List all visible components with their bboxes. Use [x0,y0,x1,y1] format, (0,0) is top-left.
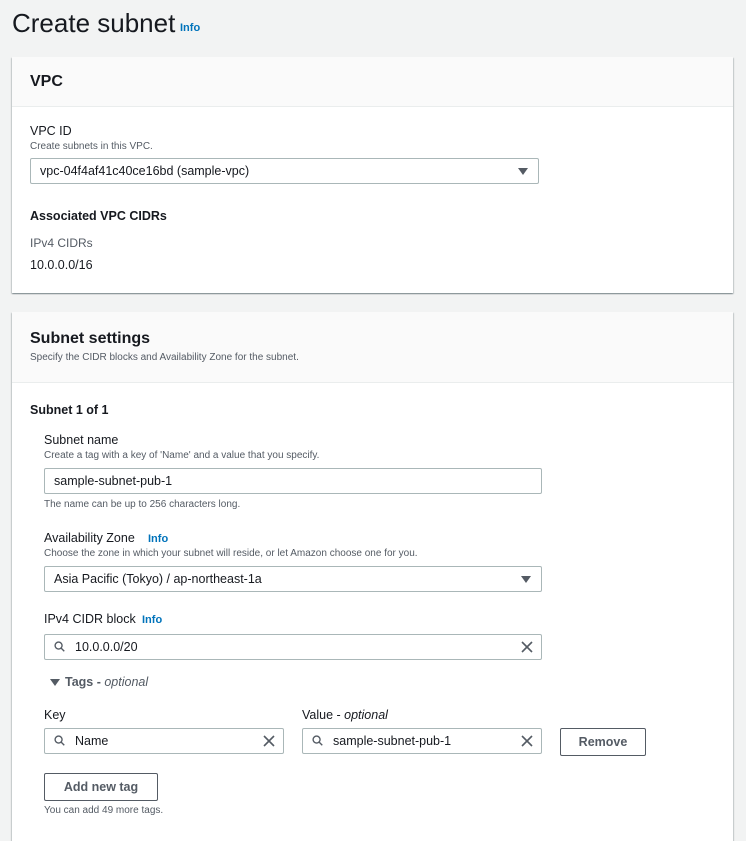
subnet-counter: Subnet 1 of 1 [30,403,109,417]
az-label: Availability Zone [44,531,135,545]
vpc-heading: VPC [30,73,63,90]
clear-icon[interactable] [521,641,533,653]
subnet-panel-header: Subnet settings Specify the CIDR blocks … [12,312,733,383]
cidr-block-input[interactable]: 10.0.0.0/20 [44,634,542,660]
tags-label: Tags - optional [65,675,149,689]
subnet-settings-description: Specify the CIDR blocks and Availability… [30,352,299,363]
tag-value-optional: optional [344,708,388,722]
cidr-info-link[interactable]: Info [142,614,162,626]
ipv4-cidrs-label: IPv4 CIDRs [30,236,93,250]
vpc-id-select[interactable]: vpc-04f4af41c40ce16bd (sample-vpc) [30,158,539,184]
az-select[interactable]: Asia Pacific (Tokyo) / ap-northeast-1a [44,566,542,592]
caret-down-icon [518,168,528,175]
add-new-tag-button[interactable]: Add new tag [44,773,158,801]
search-icon [54,641,65,652]
title-info-link[interactable]: Info [180,22,200,34]
az-description: Choose the zone in which your subnet wil… [44,548,418,559]
subnet-settings-heading: Subnet settings [30,330,151,347]
vpc-panel-header: VPC [12,57,733,107]
clear-icon[interactable] [521,735,533,747]
az-value: Asia Pacific (Tokyo) / ap-northeast-1a [54,572,262,586]
tags-hint: You can add 49 more tags. [44,805,164,816]
clear-icon[interactable] [263,735,275,747]
caret-down-icon [50,679,60,686]
vpc-id-label: VPC ID [30,124,72,138]
vpc-id-description: Create subnets in this VPC. [30,141,153,152]
tags-optional: optional [104,675,149,689]
caret-down-icon [521,576,531,583]
subnet-name-label: Subnet name [44,433,119,447]
subnet-name-hint: The name can be up to 256 characters lon… [44,499,241,510]
tag-value-value: sample-subnet-pub-1 [333,734,452,748]
tag-key-label: Key [44,708,66,722]
subnet-name-input[interactable]: sample-subnet-pub-1 [44,468,542,494]
tag-value-label: Value - optional [302,708,388,722]
tag-key-value: Name [75,734,109,748]
subnet-name-description: Create a tag with a key of 'Name' and a … [44,450,320,461]
page-title: Create subnet [12,8,176,38]
ipv4-cidrs-value: 10.0.0.0/16 [30,258,93,272]
associated-cidrs-heading: Associated VPC CIDRs [30,209,167,223]
tag-value-input[interactable]: sample-subnet-pub-1 [302,728,542,754]
cidr-block-value: 10.0.0.0/20 [75,640,138,654]
subnet-settings-panel: Subnet settings Specify the CIDR blocks … [12,312,733,841]
vpc-panel: VPC VPC ID Create subnets in this VPC. v… [12,57,733,293]
remove-tag-button[interactable]: Remove [560,728,646,756]
vpc-id-value: vpc-04f4af41c40ce16bd (sample-vpc) [40,164,250,178]
cidr-block-label: IPv4 CIDR block [44,612,136,626]
az-info-link[interactable]: Info [148,533,168,545]
search-icon [312,735,323,746]
search-icon [54,735,65,746]
tag-key-input[interactable]: Name [44,728,284,754]
